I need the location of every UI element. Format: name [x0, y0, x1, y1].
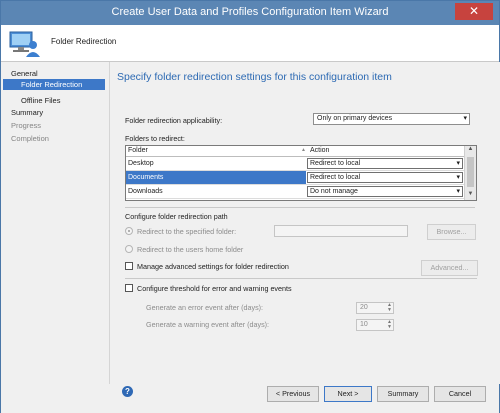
path-section-label: Configure folder redirection path: [125, 212, 228, 221]
nav-item-offline-files[interactable]: Offline Files: [21, 95, 60, 106]
scroll-thumb[interactable]: [467, 157, 474, 187]
action-value: Redirect to local: [310, 160, 361, 167]
computer-user-icon: [9, 31, 40, 57]
scroll-down-icon[interactable]: ▼: [465, 191, 476, 200]
cancel-button[interactable]: Cancel: [434, 386, 486, 402]
radio-specified-label: Redirect to the specified folder:: [137, 227, 237, 236]
manage-advanced-label: Manage advanced settings for folder redi…: [137, 262, 289, 271]
advanced-button[interactable]: Advanced...: [421, 260, 478, 276]
sort-caret-icon: ▲: [301, 147, 306, 153]
folders-label: Folders to redirect:: [125, 134, 185, 143]
table-row[interactable]: Desktop Redirect to local ▾: [126, 157, 464, 171]
grid-scrollbar[interactable]: ▲ ▼: [464, 146, 476, 200]
column-header-action[interactable]: Action: [310, 147, 329, 154]
spin-arrows-icon[interactable]: ▲ ▼: [386, 303, 393, 313]
action-select[interactable]: Redirect to local ▾: [307, 158, 463, 169]
threshold-label: Configure threshold for error and warnin…: [137, 284, 292, 293]
browse-button[interactable]: Browse...: [427, 224, 476, 240]
title-bar[interactable]: Create User Data and Profiles Configurat…: [1, 1, 499, 25]
spin-arrows-icon[interactable]: ▲ ▼: [386, 320, 393, 330]
wizard-header: Folder Redirection: [1, 25, 499, 62]
warning-event-label: Generate a warning event after (days):: [146, 320, 270, 329]
folders-grid[interactable]: Folder ▲ Action Desktop Redirect to loca…: [125, 145, 477, 201]
header-title: Folder Redirection: [51, 37, 117, 46]
chevron-down-icon: ▾: [456, 174, 460, 181]
error-days-value: 20: [360, 304, 368, 311]
nav-item-progress: Progress: [11, 121, 42, 130]
action-select[interactable]: Do not manage ▾: [307, 186, 463, 197]
chevron-down-icon: ▾: [456, 188, 460, 195]
main-content: Specify folder redirection settings for …: [109, 62, 500, 384]
grid-header: Folder ▲ Action: [126, 146, 464, 157]
wizard-window: Create User Data and Profiles Configurat…: [0, 0, 500, 413]
action-value: Redirect to local: [310, 174, 361, 181]
applicability-select[interactable]: Only on primary devices ▾: [313, 113, 470, 125]
radio-specified-folder[interactable]: [125, 227, 133, 235]
next-button[interactable]: Next >: [324, 386, 372, 402]
nav-item-completion: Completion: [11, 134, 49, 143]
table-row[interactable]: Documents Redirect to local ▾: [126, 171, 464, 185]
manage-advanced-checkbox[interactable]: [125, 262, 133, 270]
nav-item-general[interactable]: General: [11, 68, 38, 79]
action-select[interactable]: Redirect to local ▾: [307, 172, 463, 183]
radio-home-label: Redirect to the users home folder: [137, 245, 244, 254]
previous-button[interactable]: < Previous: [267, 386, 319, 402]
error-days-stepper[interactable]: 20 ▲ ▼: [356, 302, 394, 314]
divider: [125, 278, 477, 279]
action-value: Do not manage: [310, 188, 358, 195]
table-row[interactable]: Downloads Do not manage ▾: [126, 185, 464, 199]
nav-item-folder-redirection[interactable]: Folder Redirection: [3, 79, 105, 90]
chevron-down-icon: ▾: [456, 160, 460, 167]
divider: [125, 207, 475, 208]
nav-item-summary[interactable]: Summary: [11, 107, 43, 118]
cell-folder: Downloads: [128, 188, 163, 195]
summary-button[interactable]: Summary: [377, 386, 429, 402]
specified-folder-input[interactable]: [274, 225, 408, 237]
close-button[interactable]: ✕: [455, 3, 493, 20]
error-event-label: Generate an error event after (days):: [146, 303, 264, 312]
warning-days-value: 10: [360, 321, 368, 328]
chevron-down-icon: ▾: [463, 115, 467, 122]
applicability-label: Folder redirection applicability:: [125, 116, 223, 125]
radio-home-folder[interactable]: [125, 245, 133, 253]
scroll-up-icon[interactable]: ▲: [465, 146, 476, 155]
window-title: Create User Data and Profiles Configurat…: [111, 6, 389, 18]
threshold-checkbox[interactable]: [125, 284, 133, 292]
warning-days-stepper[interactable]: 10 ▲ ▼: [356, 319, 394, 331]
column-header-folder[interactable]: Folder: [128, 147, 148, 154]
wizard-nav: General Folder Redirection Offline Files…: [1, 62, 109, 384]
cell-folder: Documents: [126, 171, 306, 184]
applicability-value: Only on primary devices: [317, 115, 393, 122]
page-title: Specify folder redirection settings for …: [117, 71, 392, 83]
help-icon[interactable]: ?: [122, 386, 133, 397]
cell-folder: Desktop: [128, 160, 154, 167]
